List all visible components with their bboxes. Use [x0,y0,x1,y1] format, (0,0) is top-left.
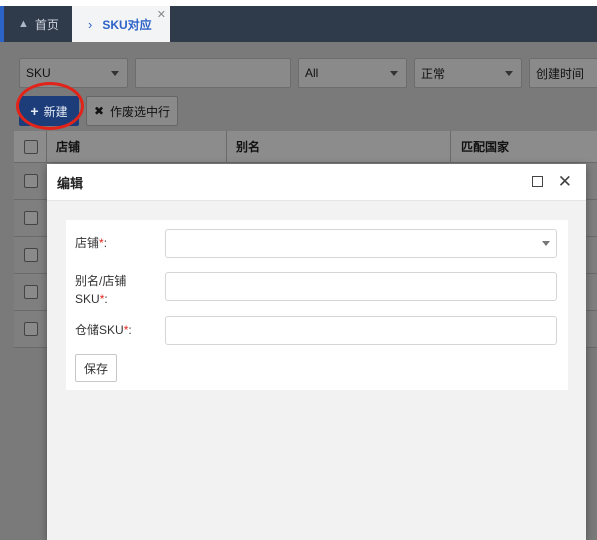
alias-label-line1: 别名/店铺 [75,274,127,288]
tab-sku-mapping[interactable]: › SKU对应 ✕ [72,6,170,42]
close-icon[interactable]: ✕ [558,172,572,192]
shop-select[interactable] [165,229,557,258]
annotation-circle [16,82,84,130]
search-input[interactable] [135,58,291,88]
select-all-checkbox[interactable] [24,140,38,154]
close-icon[interactable]: ✕ [157,8,166,21]
save-button[interactable]: 保存 [75,354,117,382]
chevron-down-icon [390,71,398,76]
edit-dialog: 编辑 ✕ 店铺*: 别名/店铺 SKU*: 仓储SKU*: 保存 [47,164,586,540]
tab-home-label: 首页 [34,17,59,32]
home-icon: ▲ [18,18,29,30]
column-header-country: 匹配国家 [461,140,510,154]
edit-form: 店铺*: 别名/店铺 SKU*: 仓储SKU*: 保存 [66,220,568,390]
chevron-right-icon: › [88,16,93,32]
label-colon: : [103,236,108,250]
column-divider [226,131,227,163]
save-button-label: 保存 [83,361,108,376]
x-icon: ✖ [93,104,105,118]
dialog-header: 编辑 ✕ [47,164,586,201]
shop-label-text: 店铺 [75,236,100,250]
alias-sku-input[interactable] [165,272,557,301]
row-checkbox[interactable] [24,211,38,225]
state-select-value: 正常 [421,66,446,81]
column-divider [450,131,451,163]
table-header: 店铺 别名 匹配国家 [14,131,597,163]
tab-home[interactable]: ▲ 首页 [8,6,72,42]
discard-selected-button[interactable]: ✖ 作废选中行 [86,96,178,126]
dialog-body: 店铺*: 别名/店铺 SKU*: 仓储SKU*: 保存 [47,201,586,540]
row-checkbox[interactable] [24,322,38,336]
status-select[interactable]: All [298,58,407,88]
row-checkbox[interactable] [24,174,38,188]
warehouse-sku-input[interactable] [165,316,557,345]
alias-label-line2: SKU [75,292,100,306]
chevron-down-icon [111,71,119,76]
chevron-down-icon [542,241,550,246]
filter-row: SKU All 正常 创建时间 [0,58,597,88]
column-header-alias: 别名 [236,140,261,154]
row-checkbox[interactable] [24,248,38,262]
dialog-title: 编辑 [57,175,84,191]
date-field-select[interactable]: 创建时间 [529,58,597,88]
label-colon: : [128,323,132,337]
tab-bar: ▲ 首页 › SKU对应 ✕ [0,6,597,42]
shop-field-label: 店铺*: [75,234,107,252]
row-checkbox[interactable] [24,285,38,299]
alias-field-label: 别名/店铺 SKU*: [75,272,126,308]
state-select[interactable]: 正常 [414,58,522,88]
field-select-value: SKU [26,66,51,80]
maximize-icon[interactable] [532,176,543,187]
sidebar-edge [0,6,4,42]
column-divider [46,131,47,163]
date-field-value: 创建时间 [536,66,585,81]
warehouse-label-text: 仓储SKU [75,323,124,337]
tab-sku-mapping-label: SKU对应 [102,17,152,32]
status-select-value: All [305,66,319,80]
warehouse-field-label: 仓储SKU*: [75,321,132,339]
chevron-down-icon [505,71,513,76]
label-colon: : [104,292,108,306]
discard-button-label: 作废选中行 [110,104,171,119]
column-header-shop: 店铺 [56,140,81,154]
